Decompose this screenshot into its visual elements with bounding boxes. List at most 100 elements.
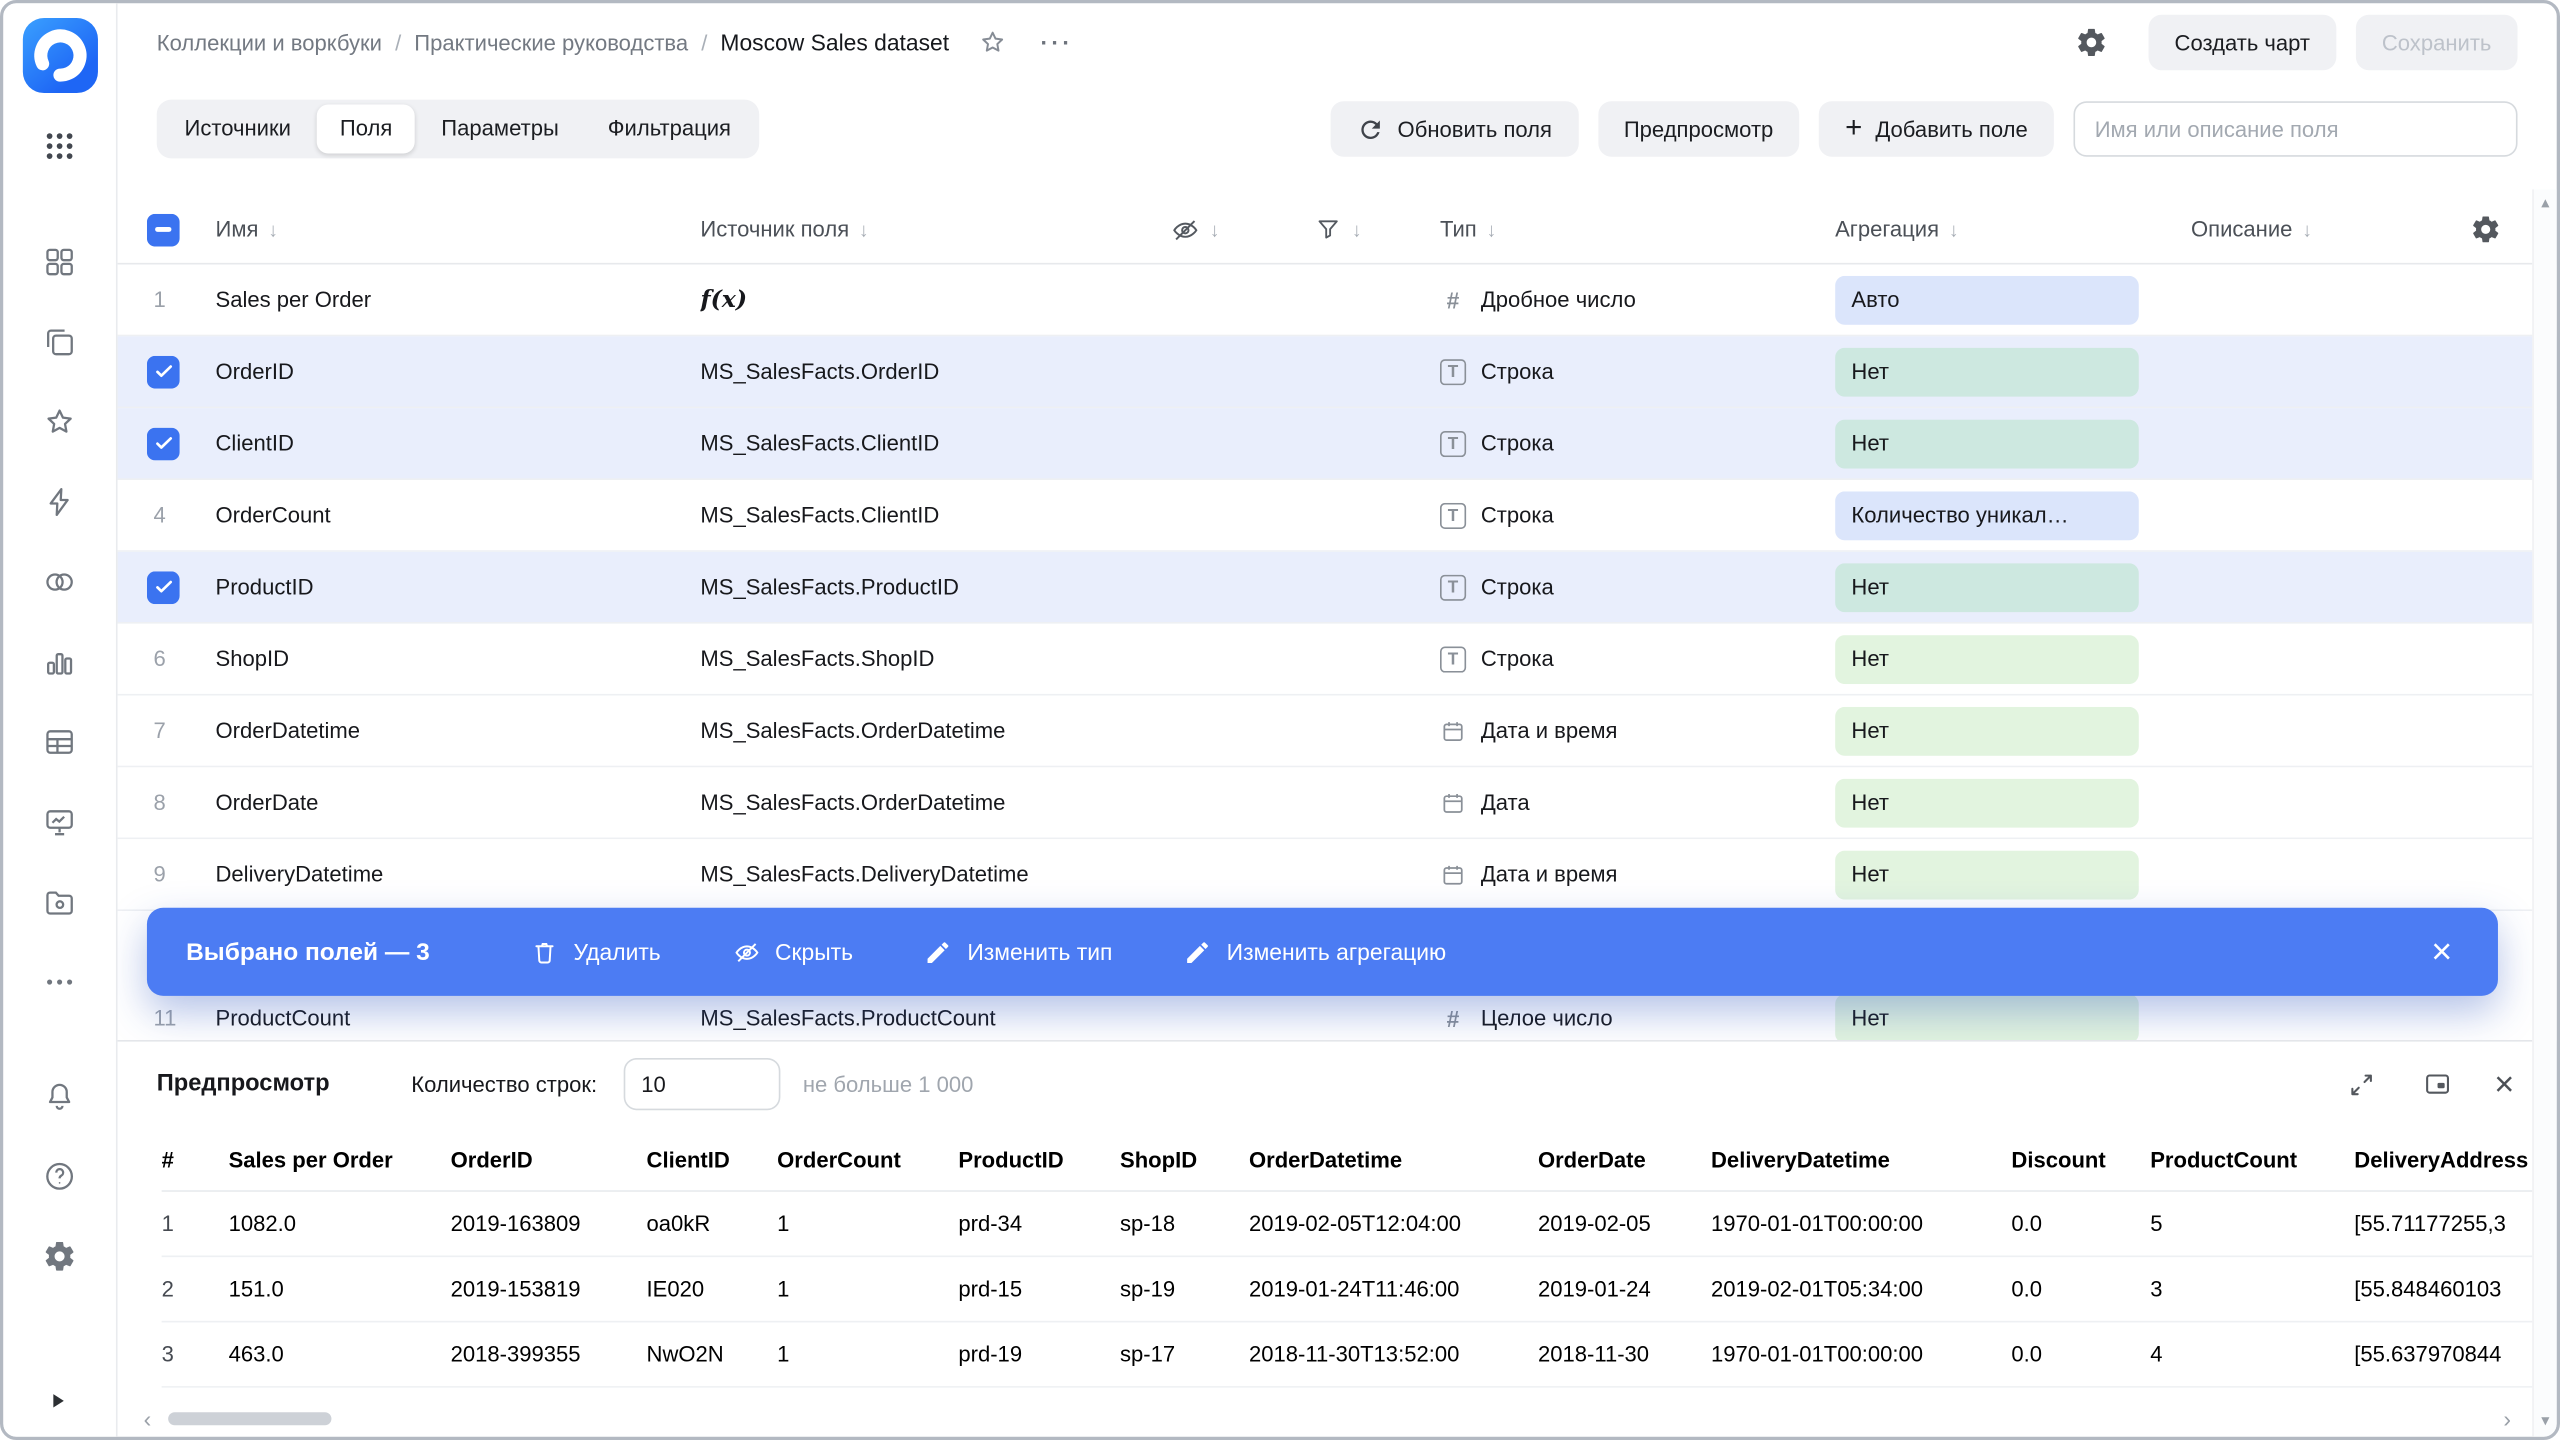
row-checkbox[interactable] — [146, 570, 180, 604]
horizontal-scrollbar-thumb[interactable] — [167, 1412, 331, 1426]
aggregation-badge[interactable]: Нет — [1835, 777, 2139, 827]
page-title: Moscow Sales dataset — [720, 29, 950, 56]
scroll-left-icon[interactable]: ‹ — [144, 1407, 152, 1430]
table-settings-gear-icon[interactable] — [2433, 214, 2531, 245]
sidebar-item-collections[interactable] — [42, 245, 76, 279]
field-type[interactable]: Дата и время — [1440, 718, 1835, 744]
refresh-fields-button[interactable]: Обновить поля — [1330, 101, 1579, 157]
table-row[interactable]: 9 DeliveryDatetime MS_SalesFacts.Deliver… — [117, 839, 2557, 912]
column-header-aggregation[interactable]: Агрегация ↓ — [1835, 217, 2191, 241]
aggregation-badge[interactable]: Нет — [1835, 418, 2139, 468]
selection-action-bar: Выбрано полей — 3 Удалить Скрыть Изменит… — [146, 907, 2498, 996]
sidebar-item-workbooks[interactable] — [42, 325, 76, 359]
select-all-checkbox[interactable] — [146, 213, 180, 246]
field-type[interactable]: # Дробное число — [1440, 287, 1835, 313]
table-row[interactable]: 6 ShopID MS_SalesFacts.ShopID Т Строка Не… — [117, 623, 2557, 696]
sidebar-item-datasets[interactable] — [42, 565, 76, 599]
aggregation-badge[interactable]: Количество уникал… — [1835, 490, 2139, 540]
column-header-hidden[interactable]: ↓ — [1171, 215, 1315, 244]
field-name: ClientID — [215, 431, 294, 456]
favorite-star-icon[interactable] — [979, 28, 1008, 57]
table-row[interactable]: 4 OrderCount MS_SalesFacts.ClientID Т Стр… — [117, 479, 2557, 552]
preview-toggle-button[interactable]: Предпросмотр — [1597, 101, 1800, 157]
tab-sources[interactable]: Источники — [162, 104, 314, 153]
expand-sidebar-button[interactable] — [3, 1365, 116, 1437]
tab-filtering[interactable]: Фильтрация — [585, 104, 754, 153]
sort-arrow-icon: ↓ — [1948, 217, 1959, 241]
sort-arrow-icon: ↓ — [268, 217, 279, 241]
field-source: MS_SalesFacts.ProductCount — [700, 1005, 996, 1031]
aggregation-badge[interactable]: Нет — [1835, 346, 2139, 396]
vertical-scrollbar[interactable]: ▴ ▾ — [2532, 189, 2557, 1437]
settings-gear-icon[interactable] — [42, 1239, 76, 1273]
aggregation-badge[interactable]: Нет — [1835, 993, 2139, 1040]
scroll-up-icon[interactable]: ▴ — [2541, 194, 2549, 212]
sidebar-item-favorites[interactable] — [42, 405, 76, 439]
table-row[interactable]: 7 OrderDatetime MS_SalesFacts.OrderDatet… — [117, 695, 2557, 768]
dataset-settings-gear-icon[interactable] — [2067, 18, 2116, 67]
column-header-filter[interactable]: ↓ — [1314, 216, 1440, 244]
close-preview-icon[interactable]: × — [2494, 1067, 2514, 1101]
preview-cell: 3 — [161, 1342, 174, 1367]
sidebar-item-tables[interactable] — [42, 725, 76, 759]
table-row[interactable]: ProductID MS_SalesFacts.ProductID Т Строк… — [117, 551, 2557, 624]
sidebar-item-charts[interactable] — [42, 645, 76, 679]
preview-col-header: # — [161, 1147, 174, 1173]
table-row[interactable]: 1 Sales per Order ƒ(x) # Дробное число Ав… — [117, 264, 2557, 337]
tab-parameters[interactable]: Параметры — [418, 104, 581, 153]
fields-table: Имя ↓ Источник поля ↓ ↓ ↓ Тип ↓ Агрегация ↓ … — [117, 176, 2557, 1040]
field-type[interactable]: Т Строка — [1439, 358, 1835, 385]
field-source: MS_SalesFacts.OrderDatetime — [700, 718, 1006, 743]
field-name: OrderDatetime — [215, 718, 361, 743]
change-type-button[interactable]: Изменить тип — [925, 938, 1112, 966]
field-type[interactable]: Дата — [1440, 789, 1835, 815]
field-type[interactable]: Т Строка — [1439, 502, 1835, 529]
sidebar-item-more[interactable] — [42, 965, 76, 999]
preview-in-window-icon[interactable] — [2419, 1066, 2455, 1102]
aggregation-badge[interactable]: Нет — [1835, 849, 2139, 899]
table-row[interactable]: ClientID MS_SalesFacts.ClientID Т Строка … — [117, 408, 2557, 480]
aggregation-badge[interactable]: Авто — [1835, 275, 2139, 325]
field-type[interactable]: # Целое число — [1440, 1005, 1835, 1031]
field-type[interactable]: Т Строка — [1439, 573, 1835, 600]
preview-cell: 2018-11-30T13:52:00 — [1248, 1342, 1460, 1367]
column-header-source[interactable]: Источник поля ↓ — [700, 217, 1170, 241]
row-checkbox[interactable] — [146, 426, 180, 460]
notifications-bell-icon[interactable] — [42, 1079, 76, 1113]
horizontal-scrollbar[interactable]: ‹ › — [144, 1406, 2511, 1432]
add-field-button[interactable]: + Добавить поле — [1819, 101, 2054, 157]
column-header-name[interactable]: Имя ↓ — [216, 217, 701, 241]
sidebar-item-storage[interactable] — [42, 885, 76, 919]
expand-preview-icon[interactable] — [2344, 1066, 2380, 1102]
column-header-description[interactable]: Описание ↓ — [2191, 217, 2433, 241]
sidebar-item-dashboards[interactable] — [42, 805, 76, 839]
field-type[interactable]: Дата и время — [1440, 861, 1835, 887]
aggregation-badge[interactable]: Нет — [1835, 634, 2139, 684]
sidebar-item-connections[interactable] — [42, 485, 76, 519]
change-aggregation-button[interactable]: Изменить агрегацию — [1184, 938, 1446, 966]
scroll-down-icon[interactable]: ▾ — [2541, 1412, 2549, 1430]
field-type[interactable]: Т Строка — [1439, 430, 1835, 457]
row-checkbox[interactable] — [146, 355, 180, 388]
row-count-input[interactable] — [623, 1057, 780, 1111]
close-selection-bar-icon[interactable]: × — [2425, 933, 2459, 970]
tab-fields[interactable]: Поля — [317, 104, 416, 154]
field-search-input[interactable] — [2073, 101, 2518, 157]
column-header-type[interactable]: Тип ↓ — [1440, 217, 1835, 241]
create-chart-button[interactable]: Создать чарт — [2148, 14, 2337, 71]
apps-grid-icon[interactable] — [42, 129, 76, 163]
scroll-right-icon[interactable]: › — [2503, 1407, 2511, 1430]
breadcrumb-collections[interactable]: Коллекции и воркбуки — [157, 30, 382, 54]
save-button[interactable]: Сохранить — [2355, 14, 2518, 71]
delete-fields-button[interactable]: Удалить — [531, 938, 661, 966]
aggregation-badge[interactable]: Нет — [1835, 706, 2139, 756]
aggregation-badge[interactable]: Нет — [1835, 562, 2139, 612]
table-row[interactable]: 8 OrderDate MS_SalesFacts.OrderDatetime … — [117, 767, 2557, 840]
field-type[interactable]: Т Строка — [1439, 645, 1835, 672]
help-icon[interactable] — [42, 1159, 76, 1193]
hide-fields-button[interactable]: Скрыть — [733, 938, 853, 966]
more-actions-icon[interactable]: ··· — [1041, 29, 1074, 55]
breadcrumb-guides[interactable]: Практические руководства — [414, 30, 688, 54]
datalens-logo[interactable] — [22, 17, 98, 94]
table-row[interactable]: OrderID MS_SalesFacts.OrderID Т Строка Не… — [117, 336, 2557, 409]
